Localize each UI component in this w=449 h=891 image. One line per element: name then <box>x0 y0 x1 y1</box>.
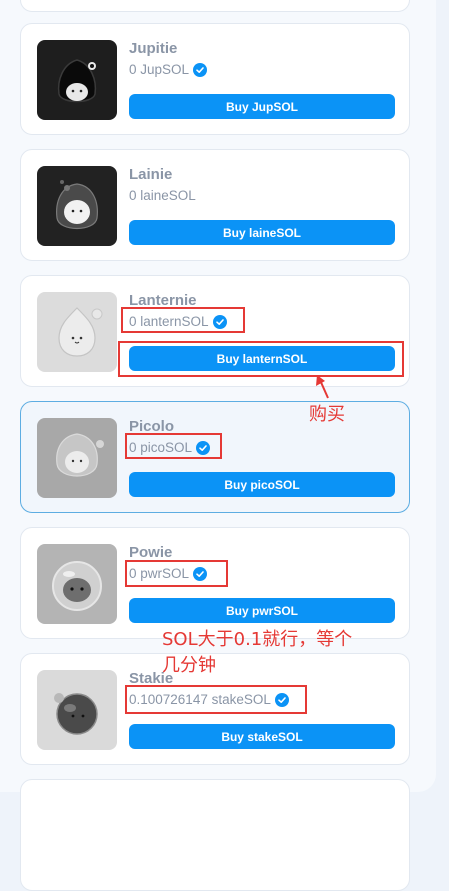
buy-lainesol-button[interactable]: Buy laineSOL <box>129 220 395 245</box>
token-balance: 0 lanternSOL <box>129 313 227 331</box>
token-name: Lainie <box>129 166 173 183</box>
helmet-blob-icon <box>37 544 117 624</box>
buy-lanternsol-button[interactable]: Buy lanternSOL <box>129 346 395 371</box>
token-balance: 0.100726147 stakeSOL <box>129 691 289 709</box>
buy-stakesol-button[interactable]: Buy stakeSOL <box>129 724 395 749</box>
token-card-partial-bottom <box>20 779 410 891</box>
buy-jupsol-button[interactable]: Buy JupSOL <box>129 94 395 119</box>
token-card-picolo[interactable]: Picolo 0 picoSOL Buy picoSOL <box>20 401 410 513</box>
token-name: Lanternie <box>129 292 197 309</box>
annotation-sol-note-line2: 几分钟 <box>162 655 216 676</box>
annotation-buy-note: 购买 <box>309 404 345 425</box>
buy-pwrsol-button[interactable]: Buy pwrSOL <box>129 598 395 623</box>
token-card-powie[interactable]: Powie 0 pwrSOL Buy pwrSOL <box>20 527 410 639</box>
token-balance: 0 pwrSOL <box>129 565 208 583</box>
buy-picosol-button[interactable]: Buy picoSOL <box>129 472 395 497</box>
token-balance: 0 JupSOL <box>129 61 208 79</box>
token-card-lainie[interactable]: Lainie 0 laineSOL Buy laineSOL <box>20 149 410 261</box>
verified-badge-icon <box>193 567 208 581</box>
verified-badge-icon <box>196 441 211 455</box>
token-card-jupitie[interactable]: Jupitie 0 JupSOL Buy JupSOL <box>20 23 410 135</box>
token-name: Picolo <box>129 418 175 435</box>
black-blob-icon <box>37 40 117 120</box>
dark-ghost-icon <box>37 166 117 246</box>
red-arrow-icon <box>316 375 329 399</box>
token-list-panel: Jupitie 0 JupSOL Buy JupSOL Lainie 0 lai… <box>0 0 436 891</box>
token-balance: 0 laineSOL <box>129 188 196 203</box>
token-card-lanternie[interactable]: Lanternie 0 lanternSOL Buy lanternSOL <box>20 275 410 387</box>
token-name: Powie <box>129 544 173 561</box>
pico-blob-icon <box>37 418 117 498</box>
lantern-blob-icon <box>37 292 117 372</box>
verified-badge-icon <box>274 693 289 707</box>
token-balance: 0 picoSOL <box>129 439 211 457</box>
planet-blob-icon <box>37 670 117 750</box>
token-card-partial-top <box>20 0 410 12</box>
annotation-sol-note-line1: SOL大于0.1就行，等个 <box>162 629 353 650</box>
token-name: Jupitie <box>129 40 178 57</box>
verified-badge-icon <box>193 63 208 77</box>
verified-badge-icon <box>212 315 227 329</box>
